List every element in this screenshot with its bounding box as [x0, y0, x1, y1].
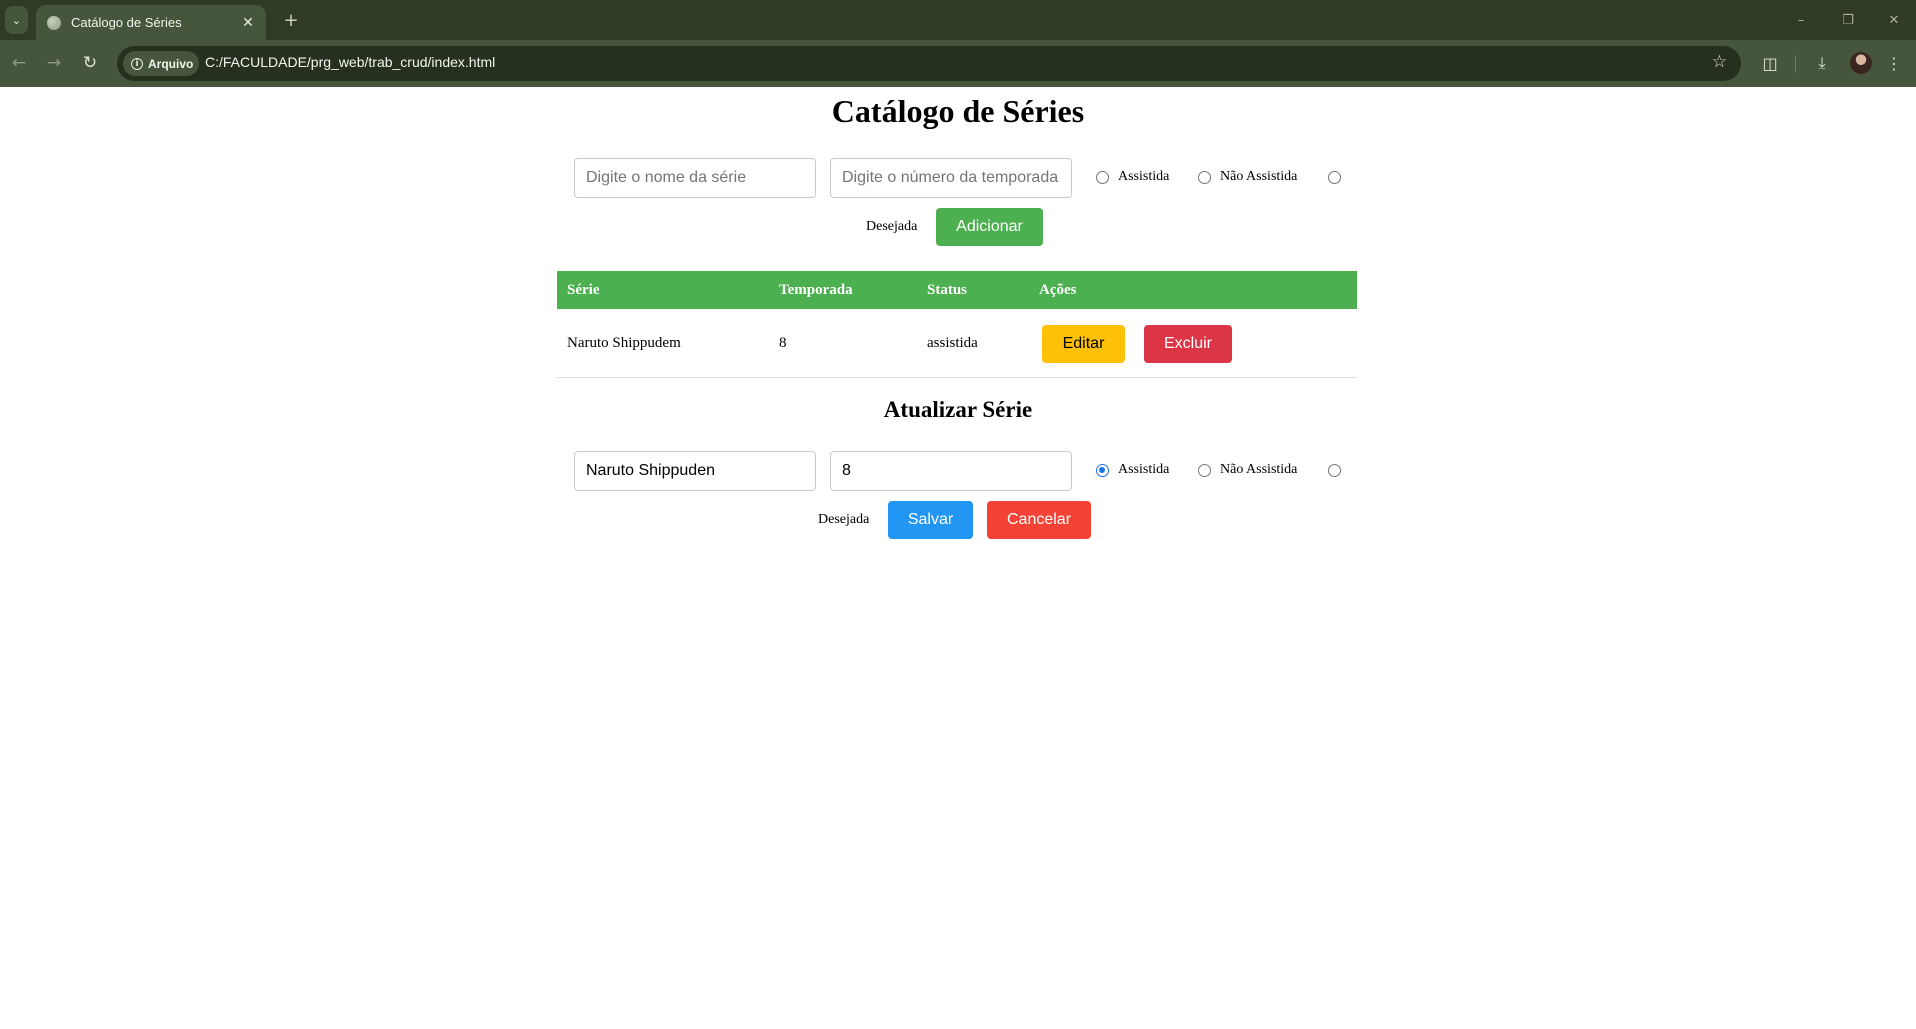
- site-info-label: Arquivo: [148, 56, 194, 71]
- back-arrow-icon[interactable]: ←: [6, 50, 32, 76]
- cell-temporada: 8: [779, 335, 787, 351]
- close-window-icon[interactable]: ✕: [1880, 8, 1908, 32]
- cell-status: assistida: [927, 335, 978, 351]
- update-radio-assistida[interactable]: [1096, 464, 1109, 477]
- minimize-icon[interactable]: –: [1787, 8, 1815, 32]
- radio-assistida-label: Assistida: [1118, 169, 1170, 184]
- column-header-temporada: Temporada: [779, 282, 853, 298]
- url-text[interactable]: C:/FACULDADE/prg_web/trab_crud/index.htm…: [205, 54, 495, 70]
- profile-avatar[interactable]: [1850, 52, 1872, 74]
- toolbar-divider: [1795, 55, 1796, 73]
- browser-toolbar: ← → ↻ i Arquivo C:/FACULDADE/prg_web/tra…: [0, 40, 1916, 87]
- radio-nao-assistida[interactable]: [1198, 171, 1211, 184]
- cancel-button[interactable]: Cancelar: [987, 501, 1091, 539]
- reload-icon[interactable]: ↻: [77, 50, 103, 76]
- tab-strip: ⌄ Catálogo de Séries ✕ + – ❐ ✕: [0, 0, 1916, 40]
- extensions-puzzle-icon[interactable]: ◫: [1757, 50, 1783, 76]
- close-tab-icon[interactable]: ✕: [239, 14, 257, 32]
- update-radio-assistida-label: Assistida: [1118, 462, 1170, 477]
- add-button[interactable]: Adicionar: [936, 208, 1043, 246]
- table-header: Série Temporada Status Ações: [557, 271, 1357, 309]
- radio-assistida[interactable]: [1096, 171, 1109, 184]
- save-button[interactable]: Salvar: [888, 501, 973, 539]
- bookmark-star-icon[interactable]: ☆: [1712, 52, 1727, 72]
- browser-tab[interactable]: Catálogo de Séries ✕: [36, 5, 266, 40]
- new-tab-plus-icon[interactable]: +: [280, 8, 302, 32]
- cell-serie: Naruto Shippudem: [567, 335, 681, 351]
- download-icon[interactable]: ⤓: [1809, 50, 1835, 76]
- restore-icon[interactable]: ❐: [1834, 8, 1862, 32]
- radio-desejada[interactable]: [1328, 171, 1341, 184]
- update-section-title: Atualizar Série: [883, 397, 1033, 422]
- globe-icon: [47, 15, 61, 30]
- column-header-status: Status: [927, 282, 968, 298]
- tab-search-chevron-icon[interactable]: ⌄: [5, 6, 28, 34]
- delete-button[interactable]: Excluir: [1144, 325, 1232, 363]
- update-radio-desejada[interactable]: [1328, 464, 1341, 477]
- radio-desejada-label: Desejada: [866, 219, 918, 234]
- table-row-divider: [557, 377, 1357, 378]
- page-title: Catálogo de Séries: [831, 93, 1085, 129]
- column-header-acoes: Ações: [1039, 282, 1077, 298]
- update-series-name-input[interactable]: [574, 451, 816, 491]
- tab-title: Catálogo de Séries: [71, 15, 182, 30]
- menu-kebab-icon[interactable]: ⋮: [1881, 50, 1907, 76]
- edit-button[interactable]: Editar: [1042, 325, 1125, 363]
- forward-arrow-icon[interactable]: →: [41, 50, 67, 76]
- site-info-chip[interactable]: i Arquivo: [123, 51, 199, 76]
- update-season-number-input[interactable]: [830, 451, 1072, 491]
- address-bar[interactable]: i Arquivo C:/FACULDADE/prg_web/trab_crud…: [117, 46, 1741, 81]
- update-radio-nao-assistida[interactable]: [1198, 464, 1211, 477]
- update-radio-desejada-label: Desejada: [818, 512, 870, 527]
- update-radio-nao-assistida-label: Não Assistida: [1220, 462, 1298, 477]
- column-header-serie: Série: [567, 282, 600, 298]
- season-number-input[interactable]: [830, 158, 1072, 198]
- radio-nao-assistida-label: Não Assistida: [1220, 169, 1298, 184]
- series-name-input[interactable]: [574, 158, 816, 198]
- info-icon: i: [131, 57, 143, 70]
